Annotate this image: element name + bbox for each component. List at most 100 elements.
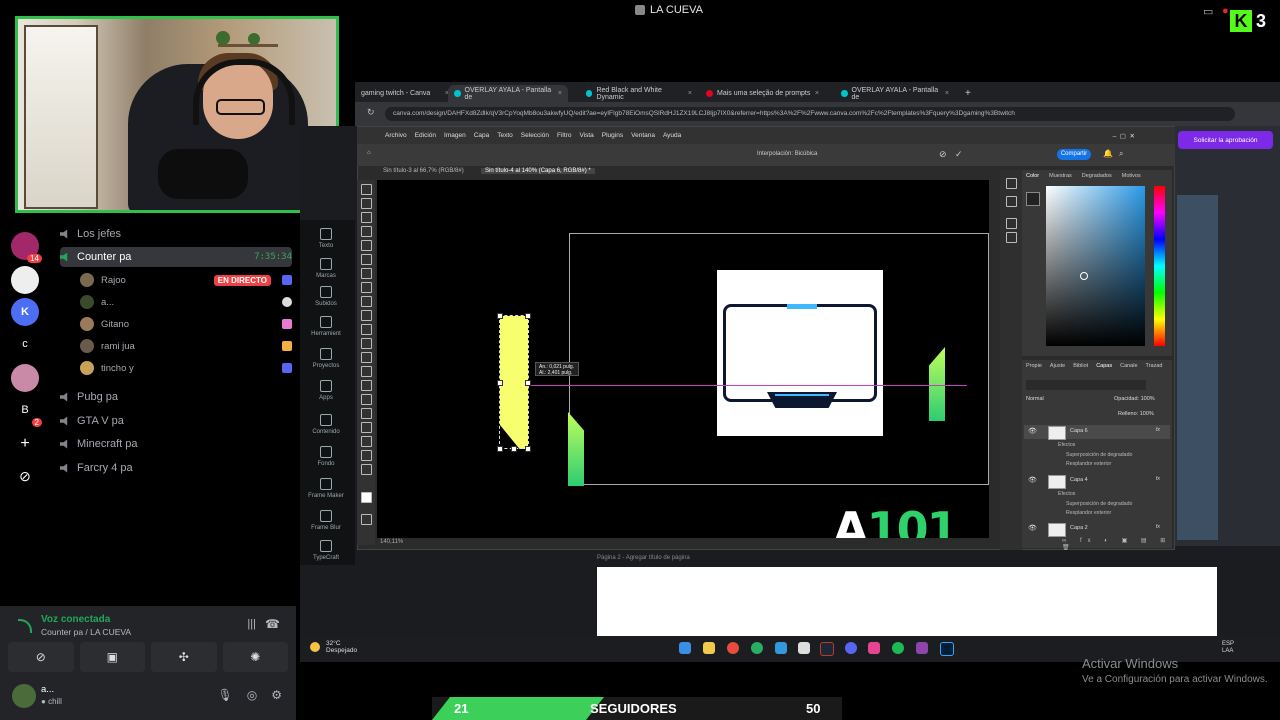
tab-channels[interactable]: Canale <box>1120 363 1137 369</box>
magic-wand-icon[interactable] <box>361 226 372 237</box>
system-tray[interactable]: ESP LAA <box>1222 641 1234 655</box>
fx-icon[interactable]: fx <box>1156 427 1160 433</box>
interpolation-select[interactable]: Interpolación: Bicúbica <box>757 151 817 157</box>
commit-icon[interactable]: ✓ <box>955 149 963 160</box>
chrome-icon[interactable] <box>751 642 763 654</box>
healing-brush-icon[interactable] <box>361 282 372 293</box>
start-icon[interactable] <box>679 642 691 654</box>
app-icon[interactable] <box>916 642 928 654</box>
transform-handle[interactable] <box>525 446 531 452</box>
file-explorer-icon[interactable] <box>703 642 715 654</box>
browser-tab-active[interactable]: OVERLAY AYALA - Pantalla de × <box>448 85 568 102</box>
photoshop-icon[interactable] <box>940 642 954 656</box>
foreground-color-swatch[interactable] <box>361 492 372 503</box>
voice-channel-active[interactable]: Counter pa 7:35:34 <box>60 247 292 267</box>
hue-slider[interactable] <box>1154 186 1165 346</box>
pen-tool-icon[interactable] <box>361 394 372 405</box>
activities-button[interactable]: ✣ <box>151 642 217 672</box>
tab-properties[interactable]: Propie <box>1026 363 1042 369</box>
menu-item[interactable]: Selección <box>521 132 549 139</box>
tab-patterns[interactable]: Motivos <box>1122 173 1141 179</box>
opacity-input[interactable]: Opacidad: 100% <box>1114 396 1155 402</box>
tab-swatches[interactable]: Muestras <box>1049 173 1072 179</box>
sidebar-item-brand[interactable]: Marcas <box>308 258 344 279</box>
app-icon[interactable] <box>798 642 810 654</box>
tab-gradients[interactable]: Degradados <box>1082 173 1112 179</box>
layer-filter-input[interactable] <box>1026 380 1146 390</box>
new-tab-button[interactable]: + <box>959 85 979 102</box>
menu-item[interactable]: Archivo <box>385 132 407 139</box>
brush-tool-icon[interactable] <box>361 296 372 307</box>
adjust-icon[interactable] <box>1006 232 1017 243</box>
sidebar-item-apps[interactable]: Apps <box>308 380 344 401</box>
document-tab[interactable]: Sin título-3 al 66,7% (RGB/8#) <box>379 168 468 174</box>
chrome-icon[interactable] <box>727 642 739 654</box>
menu-item[interactable]: Plugins <box>602 132 623 139</box>
server-icon[interactable] <box>11 364 39 392</box>
noise-suppression-icon[interactable]: ||| <box>247 618 256 630</box>
dodge-tool-icon[interactable] <box>361 380 372 391</box>
close-icon[interactable]: × <box>815 90 819 97</box>
reload-icon[interactable]: ↻ <box>367 107 375 118</box>
tab-color[interactable]: Color <box>1026 173 1039 179</box>
layer-effect[interactable]: Superposición de degradado <box>1066 452 1132 458</box>
layer-effect[interactable]: Superposición de degradado <box>1066 501 1132 507</box>
close-icon[interactable]: × <box>688 90 692 97</box>
search-icon[interactable]: ⌕ <box>1119 149 1123 159</box>
browser-tab[interactable]: Red Black and White Dynamic × <box>580 85 698 102</box>
menu-item[interactable]: Edición <box>415 132 436 139</box>
gradient-tool-icon[interactable] <box>361 352 372 363</box>
voice-user[interactable]: Rajoo EN DIRECTO <box>80 270 292 290</box>
add-server-icon[interactable]: + <box>11 430 39 458</box>
history-brush-icon[interactable] <box>361 324 372 335</box>
fx-icon[interactable]: fx <box>1156 524 1160 530</box>
menu-item[interactable]: Capa <box>474 132 490 139</box>
transform-handle[interactable] <box>525 313 531 319</box>
screen-share-button[interactable]: ▣ <box>79 642 145 672</box>
path-selection-icon[interactable] <box>361 422 372 433</box>
server-icon[interactable]: c <box>11 330 39 358</box>
transform-handle[interactable] <box>511 446 517 452</box>
activate-windows-subtitle[interactable]: Ve a Configuración para activar Windows. <box>1082 674 1268 685</box>
sidebar-item-frame-blur[interactable]: Frame Blur <box>308 510 344 531</box>
sidebar-item-uploads[interactable]: Subidos <box>308 286 344 307</box>
fx-icon[interactable]: fx <box>1156 476 1160 482</box>
layer-row[interactable]: 👁 Capa 6 fx <box>1024 425 1170 440</box>
layer-effects[interactable]: Efectos <box>1058 491 1075 497</box>
brush-settings-icon[interactable] <box>1006 218 1017 229</box>
disconnect-icon[interactable]: ☎ <box>265 617 280 631</box>
tab-adjustments[interactable]: Ajuste <box>1050 363 1065 369</box>
transform-handle[interactable] <box>497 313 503 319</box>
sidebar-item-background[interactable]: Fondo <box>308 446 344 467</box>
sidebar-item-frame-maker[interactable]: Frame Maker <box>308 478 344 499</box>
sidebar-item-typecraft[interactable]: TypeCraft <box>308 540 344 561</box>
stamp-tool-icon[interactable] <box>361 310 372 321</box>
layer-row[interactable]: 👁 Capa 4 fx <box>1024 474 1170 489</box>
frame-tool-icon[interactable] <box>361 254 372 265</box>
close-icon[interactable]: × <box>945 90 949 97</box>
layer-effect[interactable]: Resplandor exterior <box>1066 461 1111 467</box>
move-tool-icon[interactable] <box>361 184 372 195</box>
fill-input[interactable]: Relleno: 100% <box>1118 411 1154 417</box>
color-picker-cursor[interactable] <box>1080 272 1088 280</box>
sidebar-item-projects[interactable]: Proyectos <box>308 348 344 369</box>
canva-page-preview[interactable] <box>1177 195 1218 540</box>
menu-item[interactable]: Ayuda <box>663 132 681 139</box>
rectangle-tool-icon[interactable] <box>361 436 372 447</box>
blur-tool-icon[interactable] <box>361 366 372 377</box>
page-title-input[interactable]: Página 2 - Agregar título de página <box>597 555 690 561</box>
microphone-icon[interactable]: 🎙 <box>218 688 233 702</box>
eraser-icon[interactable] <box>361 338 372 349</box>
headphones-icon[interactable]: ◎ <box>247 688 257 702</box>
bell-icon[interactable]: 🔔 <box>1103 149 1113 158</box>
server-icon[interactable]: K <box>11 298 39 326</box>
voice-location[interactable]: Counter pa / LA CUEVA <box>41 627 131 637</box>
spotify-icon[interactable] <box>892 642 904 654</box>
zoom-tool-icon[interactable] <box>361 464 372 475</box>
menu-item[interactable]: Ventana <box>631 132 655 139</box>
voice-channel[interactable]: Los jefes <box>60 224 292 244</box>
lasso-tool-icon[interactable] <box>361 212 372 223</box>
layer-actions[interactable]: ∞ fx ◐ ▣ ▤ ⊞ 🗑 <box>1062 537 1172 551</box>
menu-item[interactable]: Texto <box>497 132 513 139</box>
request-approval-button[interactable]: Solicitar la aprobación <box>1178 131 1273 149</box>
